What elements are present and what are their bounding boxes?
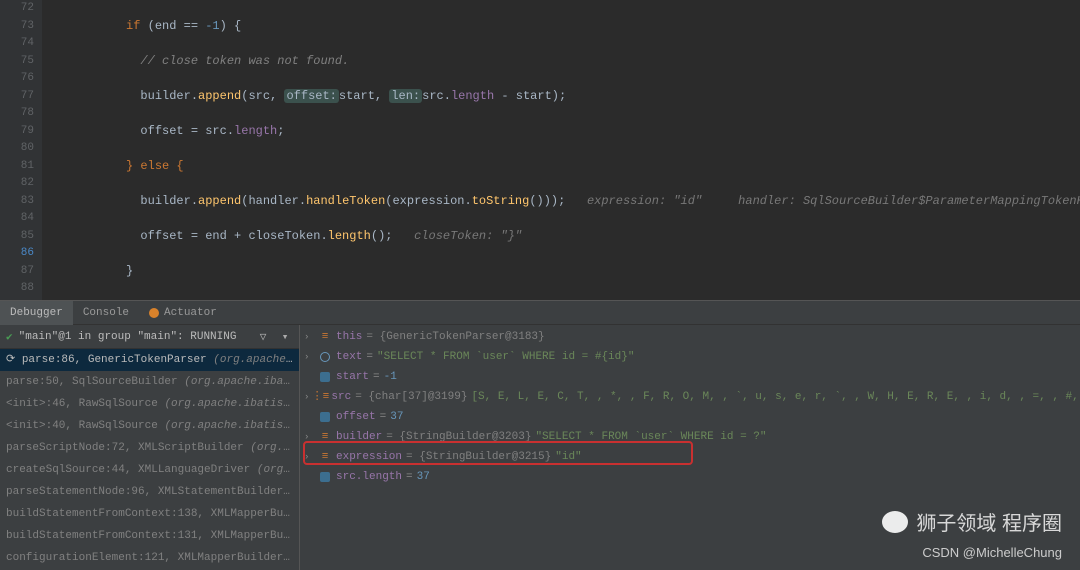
actuator-icon [149, 308, 159, 318]
stack-frame[interactable]: <init>:40, RawSqlSource (org.apache.ibat… [0, 415, 299, 437]
watermark: 狮子领域 程序圈 [882, 507, 1062, 536]
variable-row[interactable]: ›≡this = {GenericTokenParser@3183} [300, 327, 1080, 347]
code-editor[interactable]: 72 73 74 75 76 77 78 79 80 81 82 83 84 8… [0, 0, 1080, 300]
stack-frame[interactable]: buildStatementFromContext:131, XMLMapper… [0, 525, 299, 547]
variable-row[interactable]: ›⋮≡src = {char[37]@3199} [S, E, L, E, C,… [300, 387, 1080, 407]
variable-row[interactable]: ›text = "SELECT * FROM `user` WHERE id =… [300, 347, 1080, 367]
variable-row[interactable]: src.length = 37 [300, 467, 1080, 487]
stack-frame[interactable]: parse:50, SqlSourceBuilder (org.apache.i… [0, 371, 299, 393]
primitive-icon [318, 470, 332, 484]
object-icon: ≡ [318, 450, 332, 464]
filter-icon[interactable]: ▽ [255, 329, 271, 345]
line-gutter: 72 73 74 75 76 77 78 79 80 81 82 83 84 8… [0, 0, 42, 300]
stack-frame[interactable]: buildStatementFromContext:138, XMLMapper… [0, 503, 299, 525]
variable-row-highlighted[interactable]: ›≡builder = {StringBuilder@3203} "SELECT… [300, 427, 1080, 447]
tab-console[interactable]: Console [73, 301, 139, 325]
code-area[interactable]: if (end == -1) { // close token was not … [42, 0, 1080, 300]
primitive-icon [318, 410, 332, 424]
array-icon: ⋮≡ [313, 390, 327, 404]
object-icon: ≡ [318, 330, 332, 344]
variable-row[interactable]: start = -1 [300, 367, 1080, 387]
debugger-tabs: Debugger Console Actuator [0, 301, 1080, 325]
variable-row[interactable]: ›≡expression = {StringBuilder@3215} "id" [300, 447, 1080, 467]
watermark-author: CSDN @MichelleChung [922, 545, 1062, 560]
thread-status: "main"@1 in group "main": RUNNING [19, 331, 237, 343]
object-icon: ≡ [318, 430, 332, 444]
param-icon [318, 350, 332, 364]
stack-frame[interactable]: parseScriptNode:72, XMLScriptBuilder (or… [0, 437, 299, 459]
frame-list[interactable]: ⟳ parse:86, GenericTokenParser (org.apac… [0, 349, 299, 570]
dropdown-icon[interactable]: ▾ [277, 329, 293, 345]
stack-frame[interactable]: createSqlSource:44, XMLLanguageDriver (o… [0, 459, 299, 481]
stack-frame[interactable]: configurationElement:121, XMLMapperBuild… [0, 547, 299, 569]
primitive-icon [318, 370, 332, 384]
tab-actuator[interactable]: Actuator [139, 301, 227, 325]
check-icon: ✔ [6, 330, 13, 344]
stack-frame[interactable]: parseStatementNode:96, XMLStatementBuild… [0, 481, 299, 503]
frames-panel: ✔ "main"@1 in group "main": RUNNING ▽ ▾ … [0, 325, 300, 570]
stack-frame[interactable]: <init>:46, RawSqlSource (org.apache.ibat… [0, 393, 299, 415]
breakpoint-line: 86 [0, 245, 34, 263]
variable-row[interactable]: offset = 37 [300, 407, 1080, 427]
chat-bubble-icon [882, 511, 908, 533]
thread-selector[interactable]: ✔ "main"@1 in group "main": RUNNING ▽ ▾ [0, 325, 299, 349]
tab-debugger[interactable]: Debugger [0, 301, 73, 325]
stack-frame[interactable]: ⟳ parse:86, GenericTokenParser (org.apac… [0, 349, 299, 371]
